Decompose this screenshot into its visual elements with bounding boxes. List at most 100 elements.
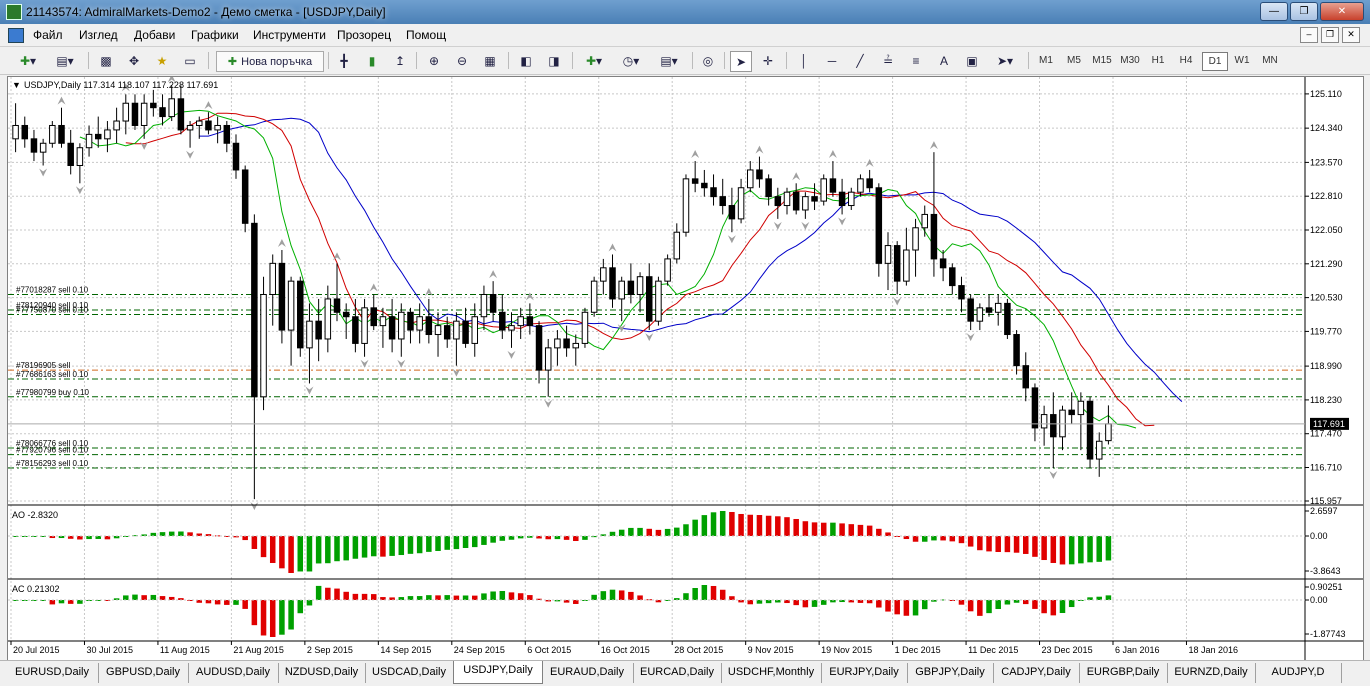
- price-chart[interactable]: #77018287 sell 0.10#78120940 sell 0.10#7…: [8, 74, 1363, 661]
- ac-tick-label: -1.87743: [1310, 629, 1346, 639]
- candle-body: [691, 178, 699, 184]
- chart-tab[interactable]: EURJPY,Daily: [821, 663, 908, 683]
- chart-tab[interactable]: CADJPY,Daily: [993, 663, 1080, 683]
- templates-icon[interactable]: ▤▾: [654, 51, 684, 70]
- time-tick-label: 23 Dec 2015: [1042, 645, 1093, 655]
- timeframe-d1[interactable]: D1: [1202, 52, 1228, 71]
- chart-tab[interactable]: EURNZD,Daily: [1167, 663, 1256, 683]
- chart-tab[interactable]: USDJPY,Daily: [453, 661, 543, 684]
- data-window-icon[interactable]: ✥: [124, 51, 144, 70]
- terminal-icon[interactable]: ▭: [180, 51, 200, 70]
- candle-body: [848, 191, 855, 207]
- menu-file[interactable]: Файл: [33, 28, 63, 42]
- chart-close-button[interactable]: ✕: [1342, 27, 1360, 43]
- timeframe-h4[interactable]: H4: [1174, 52, 1198, 69]
- candle-body: [407, 311, 414, 331]
- tile-windows-icon[interactable]: ▦: [480, 51, 500, 70]
- timeframe-m15[interactable]: M15: [1090, 52, 1114, 69]
- chart-tab[interactable]: EURAUD,Daily: [541, 663, 634, 683]
- timeframe-m5[interactable]: M5: [1062, 52, 1086, 69]
- fractal-down: [801, 221, 810, 230]
- fractal-up: [525, 292, 534, 301]
- timeframe-mn[interactable]: MN: [1258, 52, 1282, 69]
- ac-tick-label: 0.90251: [1310, 582, 1343, 592]
- timeframe-m30[interactable]: M30: [1118, 52, 1142, 69]
- ac-bar: [352, 593, 359, 600]
- timeframe-m1[interactable]: M1: [1034, 52, 1058, 69]
- chart-minimize-button[interactable]: –: [1300, 27, 1318, 43]
- ao-bar: [563, 536, 570, 540]
- chart-tab[interactable]: GBPUSD,Daily: [98, 663, 189, 683]
- zoom-out-icon[interactable]: ⊖: [452, 51, 472, 70]
- menu-view[interactable]: Изглед: [79, 28, 118, 42]
- timeframe-w1[interactable]: W1: [1230, 52, 1254, 69]
- ac-bar: [1032, 600, 1038, 609]
- candlestick-icon[interactable]: ▮: [362, 51, 382, 70]
- ac-bar: [233, 600, 239, 605]
- ao-bar: [729, 511, 735, 536]
- menu-tools[interactable]: Инструменти: [253, 28, 326, 42]
- menu-insert[interactable]: Добави: [134, 28, 175, 42]
- close-button[interactable]: ✕: [1320, 2, 1364, 21]
- line-chart-icon[interactable]: ↥: [390, 51, 410, 70]
- candle-body: [765, 178, 772, 198]
- chart-tab[interactable]: AUDUSD,Daily: [188, 663, 279, 683]
- horizontal-line-icon[interactable]: ─: [822, 51, 842, 70]
- menu-charts[interactable]: Графики: [191, 28, 239, 42]
- ma-slow-line: [199, 117, 1183, 402]
- candle-body: [526, 316, 534, 327]
- ac-bar: [995, 600, 1001, 610]
- timeframe-h1[interactable]: H1: [1146, 52, 1170, 69]
- bar-chart-icon[interactable]: ╋: [334, 51, 354, 70]
- ao-bar: [940, 536, 946, 541]
- market-watch-icon[interactable]: ▩: [96, 51, 116, 70]
- text-label-icon[interactable]: ▣: [962, 51, 982, 70]
- chart-tab[interactable]: NZDUSD,Daily: [278, 663, 366, 683]
- chart-shift-icon[interactable]: ◨: [544, 51, 564, 70]
- profiles-icon[interactable]: ▤▾: [50, 51, 80, 70]
- chart-tab[interactable]: EURCAD,Daily: [633, 663, 722, 683]
- chart-tab[interactable]: USDCHF,Monthly: [721, 663, 822, 683]
- menu-window[interactable]: Прозорец: [337, 28, 391, 42]
- text-icon[interactable]: A: [934, 51, 954, 70]
- zoom-in-icon[interactable]: ⊕: [424, 51, 444, 70]
- minimize-button[interactable]: —: [1260, 2, 1288, 21]
- indicators-icon[interactable]: ✚ ▾: [580, 51, 608, 70]
- chart-window-icon[interactable]: [8, 28, 24, 43]
- trendline-icon[interactable]: ╱: [850, 51, 870, 70]
- ac-bar: [453, 595, 460, 600]
- ac-tick-label: 0.00: [1310, 595, 1328, 605]
- chart-tab[interactable]: AUDJPY,D: [1255, 663, 1342, 683]
- new-chart-icon[interactable]: ✚ ▾: [10, 51, 46, 70]
- periods-icon[interactable]: ◷▾: [616, 51, 646, 70]
- candle-body: [701, 182, 708, 189]
- ac-bar: [67, 600, 74, 604]
- autoscroll-icon[interactable]: ◧: [516, 51, 536, 70]
- experts-icon[interactable]: ◎: [698, 51, 718, 70]
- chart-restore-button[interactable]: ❐: [1321, 27, 1339, 43]
- ao-bar: [1041, 536, 1047, 561]
- arrows-icon[interactable]: ➤▾: [990, 51, 1020, 70]
- candle-body: [673, 231, 681, 260]
- chart-window[interactable]: #77018287 sell 0.10 #78120940 sell 0.10 #7…: [7, 74, 1364, 662]
- chart-tab[interactable]: EURUSD,Daily: [6, 663, 99, 683]
- cursor-icon[interactable]: ➤: [730, 51, 752, 72]
- chart-menu-icon[interactable]: ▼: [12, 80, 21, 90]
- chart-tab[interactable]: GBPJPY,Daily: [907, 663, 994, 683]
- chart-header: USDJPY,Daily 117.314 118.107 117.228 117…: [24, 80, 218, 90]
- equidistant-channel-icon[interactable]: ≟: [878, 51, 898, 70]
- navigator-icon[interactable]: ★: [152, 51, 172, 70]
- new-order-button[interactable]: ✚ Нова поръчка: [216, 51, 324, 72]
- chart-tab[interactable]: EURGBP,Daily: [1079, 663, 1168, 683]
- crosshair-icon[interactable]: ✛: [758, 51, 778, 70]
- ac-bar: [370, 594, 377, 600]
- maximize-button[interactable]: ❐: [1290, 2, 1318, 21]
- ac-bar: [490, 591, 496, 600]
- ao-histogram: [12, 511, 1112, 573]
- chart-tab[interactable]: USDCAD,Daily: [365, 663, 454, 683]
- menu-help[interactable]: Помощ: [406, 28, 446, 42]
- vertical-line-icon[interactable]: │: [794, 51, 814, 70]
- toolbar-separator: [416, 52, 417, 69]
- chart-tabs: EURUSD,Daily GBPUSD,Daily AUDUSD,Daily NZDU…: [0, 660, 1370, 686]
- fibonacci-icon[interactable]: ≡: [906, 51, 926, 70]
